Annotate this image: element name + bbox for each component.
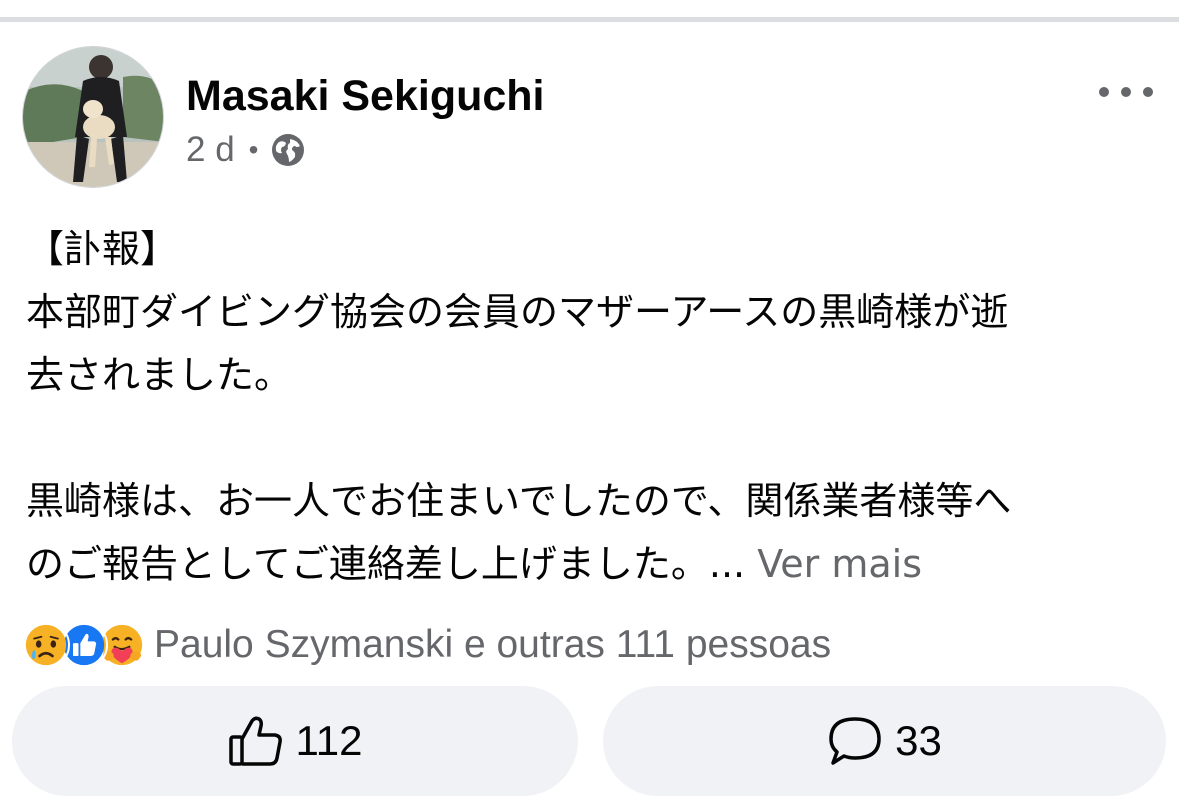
more-options-icon bbox=[1099, 87, 1153, 97]
thumbs-up-icon bbox=[228, 716, 282, 766]
post-text-line: のご報告としてご連絡差し上げました。... Ver mais bbox=[26, 533, 1179, 596]
meta-separator: • bbox=[248, 134, 259, 165]
see-more-link[interactable]: Ver mais bbox=[757, 542, 922, 586]
post-card: Masaki Sekiguchi 2 d • 【訃報】 本部町ダイビング協会の会… bbox=[0, 22, 1179, 807]
post-meta: 2 d • bbox=[186, 130, 306, 170]
post-text-line: 【訃報】 bbox=[26, 227, 179, 271]
post-text-line bbox=[26, 407, 1179, 470]
reactions-summary[interactable]: Paulo Szymanski e outras 111 pessoas bbox=[22, 620, 831, 670]
avatar-photo bbox=[23, 47, 163, 187]
post-text-line: 黒崎様は、お一人でお住まいでしたので、関係業者様等へ bbox=[26, 479, 1012, 523]
post-time[interactable]: 2 d bbox=[186, 130, 235, 170]
more-options-button[interactable] bbox=[1094, 76, 1158, 108]
post-text: 【訃報】 本部町ダイビング協会の会員のマザーアースの黒崎様が逝 去されました。 … bbox=[26, 218, 1179, 596]
post-text-line-end: のご報告としてご連絡差し上げました。... bbox=[26, 542, 746, 586]
like-count: 112 bbox=[295, 717, 363, 764]
avatar[interactable] bbox=[22, 46, 164, 188]
reactions-summary-text: Paulo Szymanski e outras 111 pessoas bbox=[154, 623, 832, 666]
post-text-line: 去されました。 bbox=[26, 353, 293, 397]
globe-icon bbox=[272, 134, 305, 166]
post-author[interactable]: Masaki Sekiguchi bbox=[186, 72, 545, 120]
like-button[interactable]: 112 bbox=[12, 686, 578, 796]
post-text-line: 本部町ダイビング協会の会員のマザーアースの黒崎様が逝 bbox=[26, 290, 1009, 334]
sad-reaction-icon bbox=[22, 621, 70, 669]
comment-icon bbox=[829, 717, 881, 765]
comment-count: 33 bbox=[895, 717, 942, 764]
comment-button[interactable]: 33 bbox=[603, 686, 1166, 796]
